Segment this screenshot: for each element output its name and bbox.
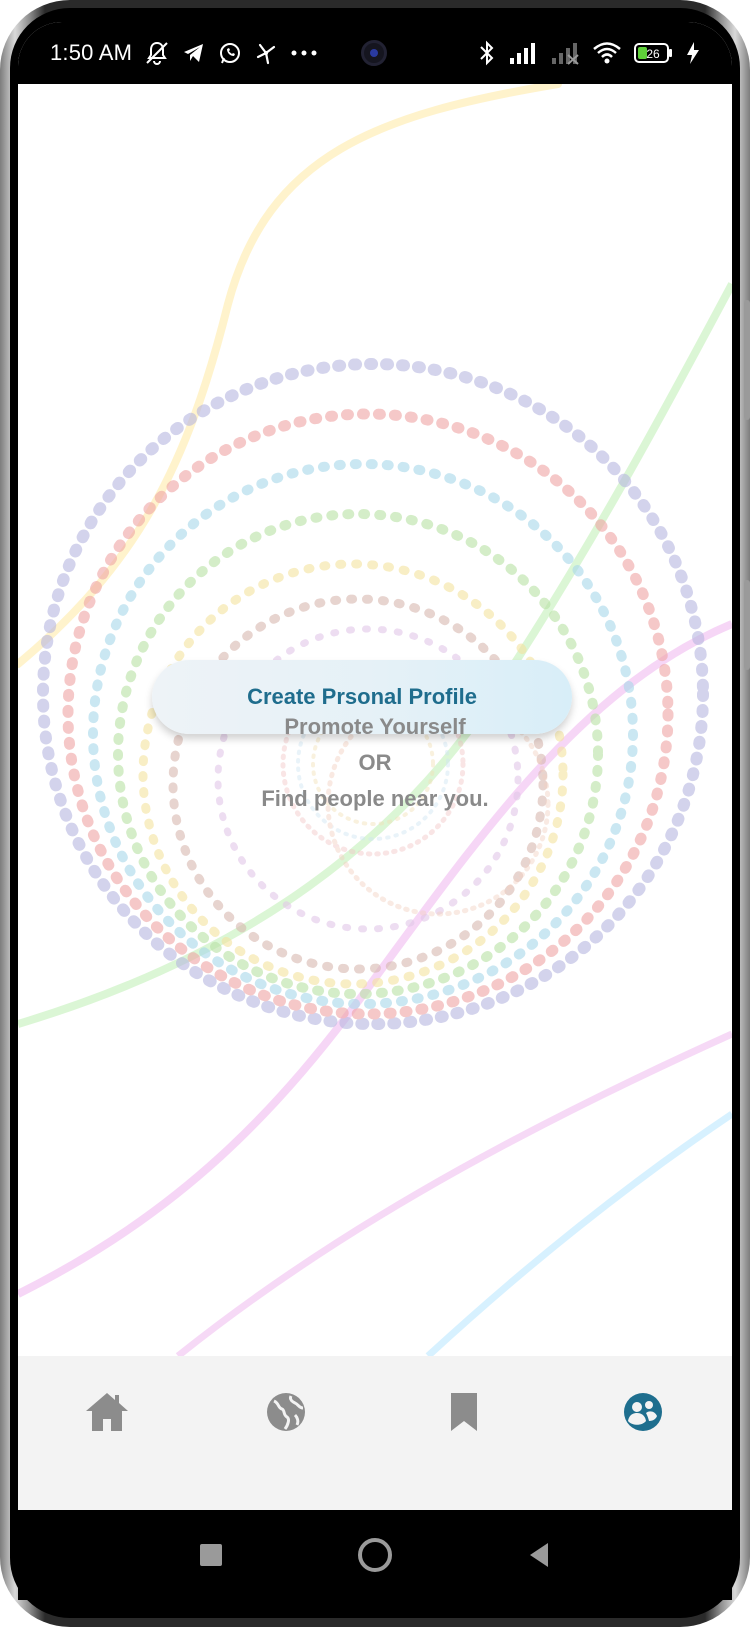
content-area: Create Prsonal Profile Promote Yourself …	[18, 84, 732, 1356]
signal-icon	[508, 40, 538, 66]
front-camera	[361, 40, 387, 66]
telegram-icon	[182, 40, 206, 66]
nav-people[interactable]	[613, 1382, 673, 1442]
volume-button	[744, 300, 750, 420]
nav-home[interactable]	[77, 1382, 137, 1442]
home-system-button[interactable]	[353, 1533, 397, 1577]
battery-icon: 26	[634, 40, 674, 66]
bluetooth-icon	[478, 40, 496, 66]
wifi-icon	[592, 40, 622, 66]
people-icon	[623, 1393, 662, 1431]
bookmark-icon	[451, 1393, 478, 1431]
more-dots-icon	[290, 40, 318, 66]
screen: 1:50 AM 26 Create Prsonal Profile Promot…	[18, 22, 732, 1510]
back-icon	[530, 1543, 548, 1567]
nav-bookmarks[interactable]	[434, 1382, 494, 1442]
battery-level: 26	[646, 47, 660, 61]
recent-apps-icon	[200, 1544, 222, 1566]
promo-line-3: Find people near you.	[261, 786, 489, 811]
whatsapp-icon	[218, 40, 242, 66]
recent-apps-button[interactable]	[189, 1533, 233, 1577]
signal-no-service-icon	[550, 40, 580, 66]
promo-line-1: Promote Yourself	[284, 714, 466, 739]
fan-icon	[254, 40, 278, 66]
status-time: 1:50 AM	[50, 40, 133, 65]
back-button[interactable]	[517, 1533, 561, 1577]
promo-line-2: OR	[358, 750, 392, 775]
bottom-nav	[18, 1356, 732, 1510]
home-icon	[86, 1393, 129, 1431]
power-button	[744, 580, 750, 670]
globe-icon	[266, 1393, 305, 1431]
mute-icon	[144, 40, 170, 66]
home-circle-icon	[358, 1538, 392, 1572]
nav-explore[interactable]	[256, 1382, 316, 1442]
charging-icon	[686, 40, 700, 66]
system-nav-bar	[18, 1510, 732, 1600]
